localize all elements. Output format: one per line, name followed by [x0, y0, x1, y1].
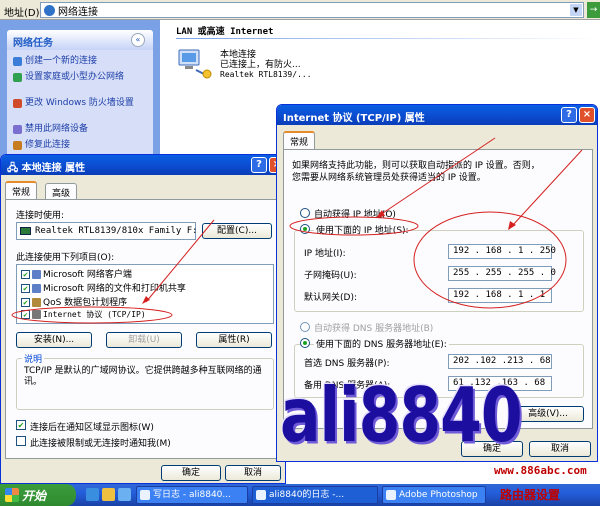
taskbar-button-write-log[interactable]: 写日志 - ali8840...	[136, 486, 248, 504]
arrow-to-tcpip	[145, 219, 215, 303]
site-name-watermark: 路由器设置	[500, 488, 561, 502]
highlight-manual-ip	[289, 216, 419, 236]
windows-logo-icon	[5, 488, 19, 502]
ie-icon[interactable]	[86, 488, 99, 501]
arrow-to-manual-ip	[379, 137, 496, 216]
highlight-tcpip-item	[11, 306, 173, 324]
overlay-watermark-text: ali8840	[280, 372, 523, 460]
highlight-ip-fields	[413, 211, 567, 309]
taskbar-button-photoshop[interactable]: Adobe Photoshop	[382, 486, 486, 504]
desktop-icon[interactable]	[102, 488, 115, 501]
arrowhead	[142, 296, 150, 304]
media-icon[interactable]	[118, 488, 131, 501]
arrow-to-ip-fields	[511, 149, 583, 227]
start-label: 开始	[22, 489, 47, 503]
taskbar-button-log[interactable]: ali8840的日志 -...	[252, 486, 378, 504]
site-url-watermark: www.886abc.com	[494, 464, 587, 477]
arrowhead	[376, 210, 385, 218]
start-button[interactable]: 开始	[0, 484, 76, 506]
